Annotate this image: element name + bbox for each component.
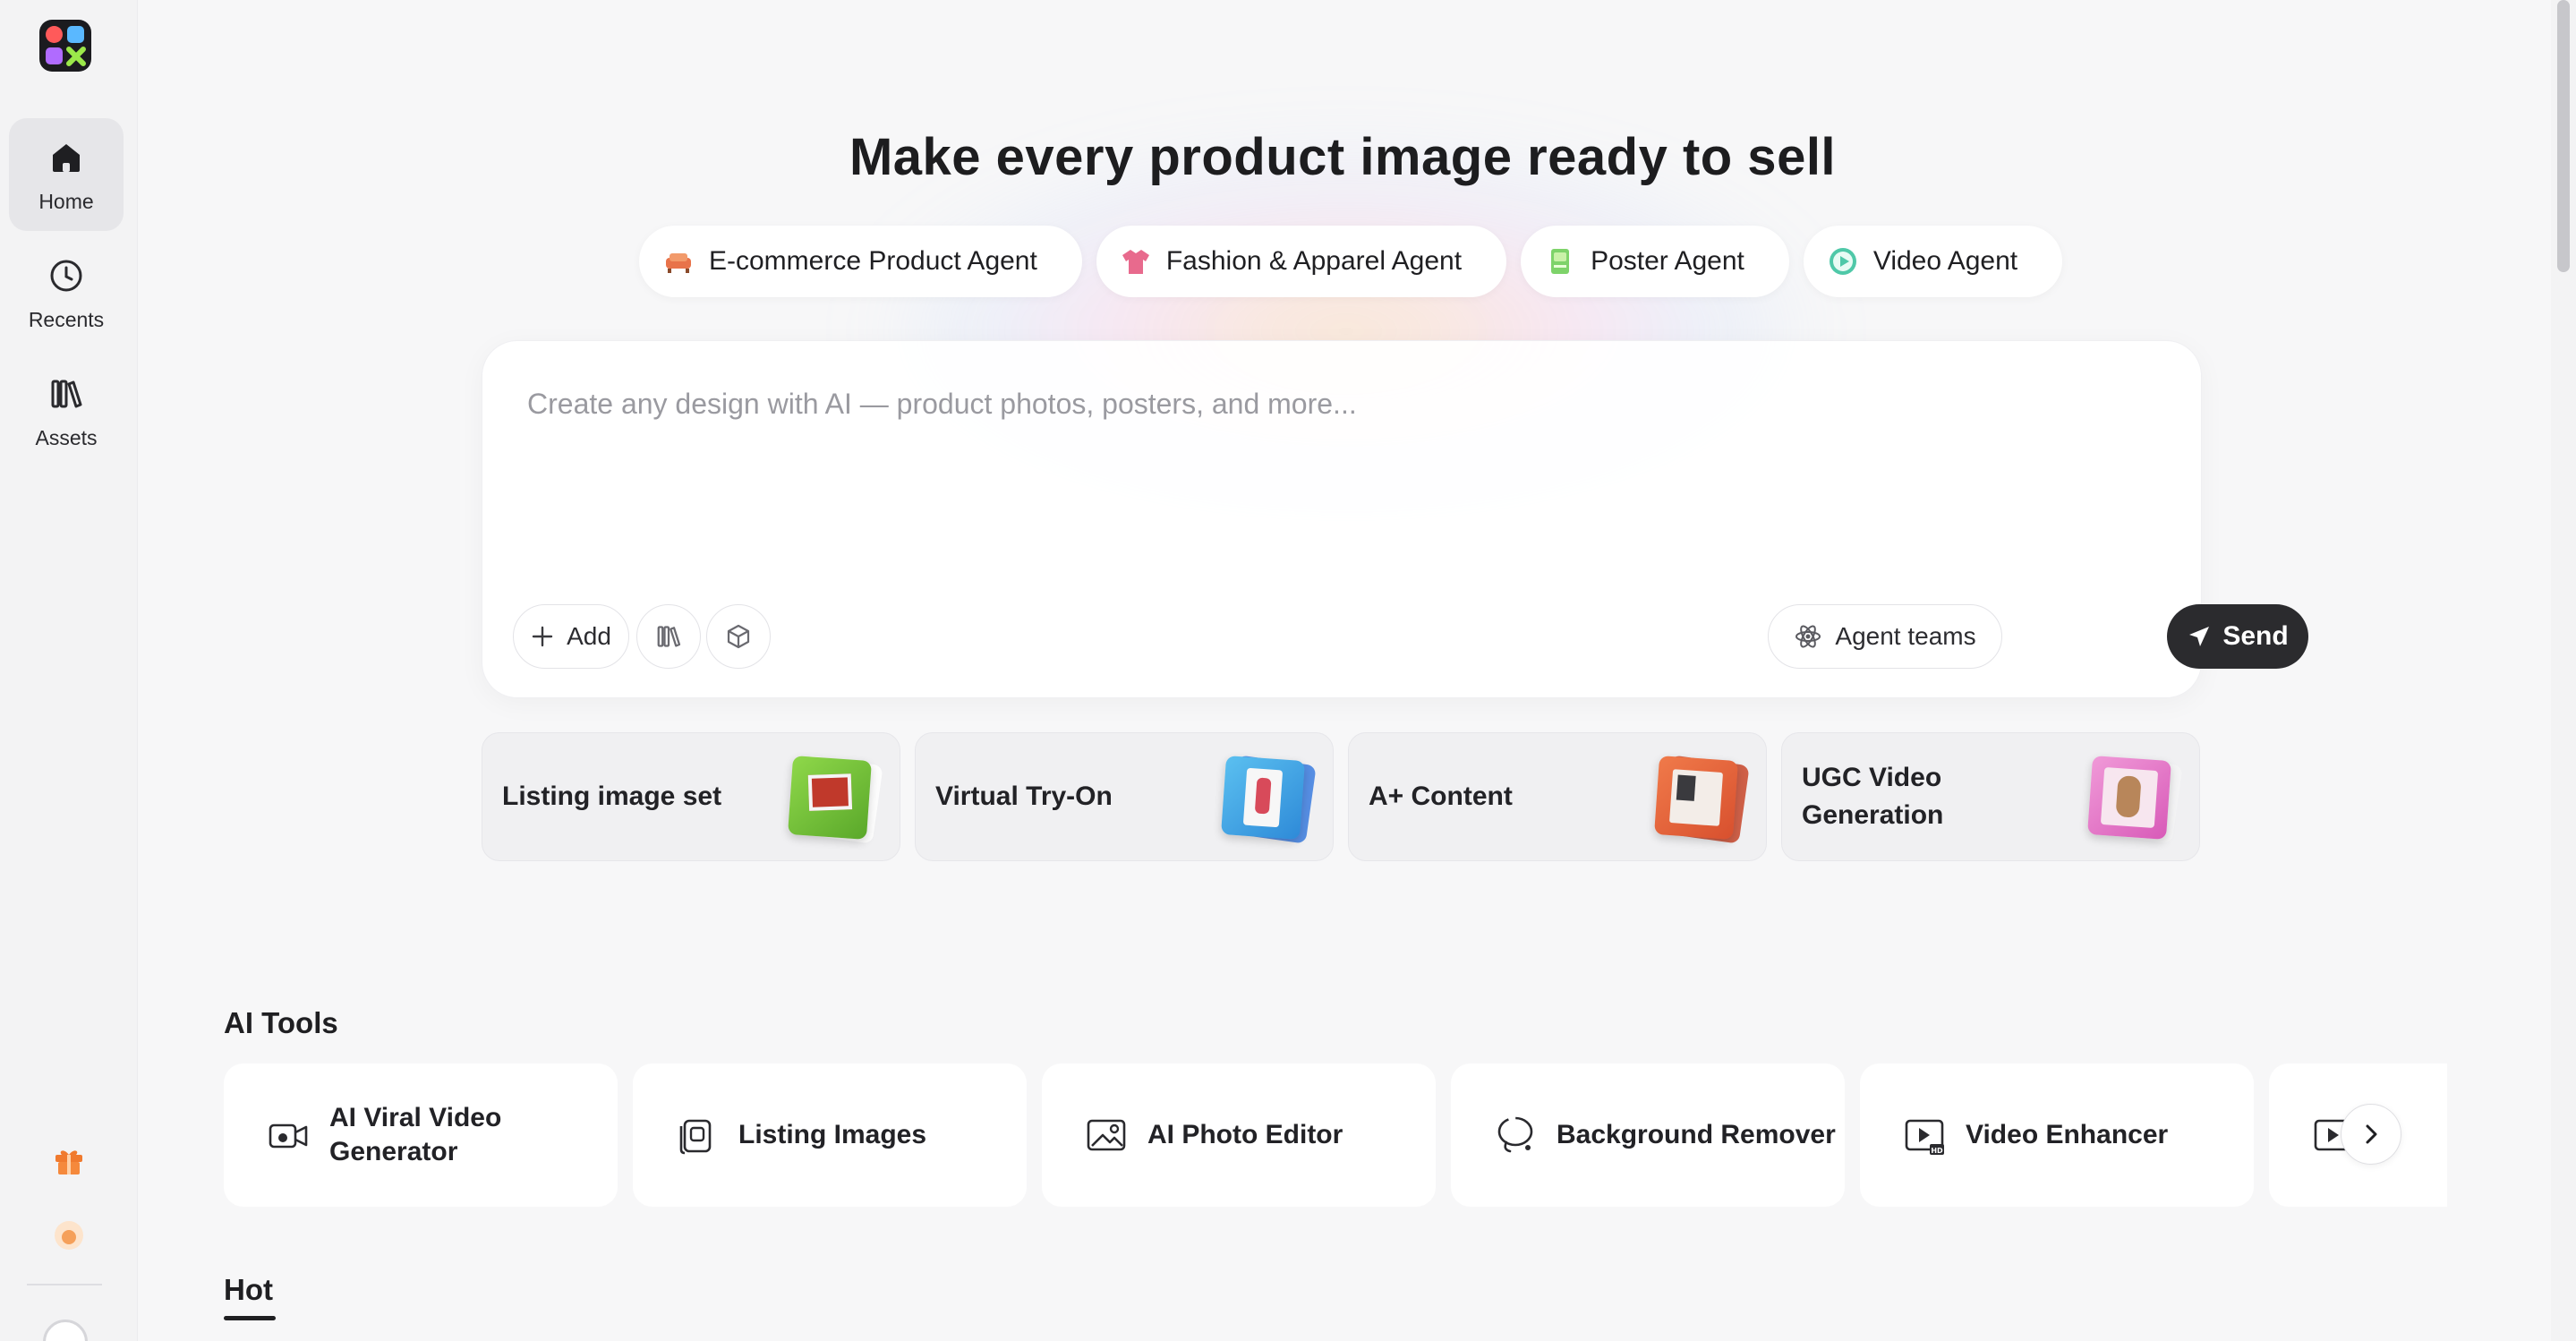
- atom-icon: [1796, 625, 1821, 648]
- agent-chip-label: E-commerce Product Agent: [709, 246, 1037, 276]
- model-button[interactable]: [706, 604, 771, 669]
- ai-tools-title: AI Tools: [224, 1006, 338, 1039]
- poster-icon: [1551, 249, 1570, 274]
- quick-card-title: A+ Content: [1369, 782, 1513, 811]
- gift-button[interactable]: [0, 1142, 138, 1183]
- send-button[interactable]: Send: [2167, 604, 2308, 669]
- tool-label: Background Remover: [1557, 1120, 1836, 1149]
- tool-ai-viral-video-generator[interactable]: AI Viral Video Generator: [224, 1063, 618, 1207]
- agent-teams-button[interactable]: Agent teams: [1768, 604, 2002, 669]
- play-icon: [1829, 248, 1856, 275]
- quick-cards: Listing image set Virtual Try-On A+ Cont…: [482, 732, 2200, 861]
- quick-card-title: UGC Video Generation: [1802, 763, 1944, 830]
- sidebar-divider: [27, 1284, 102, 1285]
- tool-video-enhancer[interactable]: HD Video Enhancer: [1860, 1063, 2254, 1207]
- send-icon: [2189, 627, 2210, 646]
- avatar[interactable]: [43, 1320, 88, 1341]
- video-camera-icon: [269, 1123, 308, 1149]
- agent-chip-label: Video Agent: [1872, 246, 2018, 276]
- agent-chip-video[interactable]: Video Agent: [1803, 226, 2063, 297]
- lasso-icon: [1497, 1116, 1533, 1153]
- quick-card-listing-image-set[interactable]: Listing image set: [482, 732, 900, 861]
- page-title: Make every product image ready to sell: [849, 128, 1837, 186]
- svg-text:HD: HD: [1931, 1147, 1943, 1155]
- quick-card-thumbnail: [2087, 756, 2171, 840]
- chevron-right-icon: [2366, 1124, 2377, 1144]
- quick-card-title: Virtual Try-On: [935, 782, 1113, 811]
- agent-chip-label: Poster Agent: [1591, 246, 1744, 276]
- tool-background-remover[interactable]: Background Remover: [1451, 1063, 1845, 1207]
- hd-video-icon: HD: [1905, 1119, 1944, 1155]
- library-icon: [657, 626, 681, 647]
- ai-tools-row: AI Viral Video Generator Listing Images …: [224, 1063, 2447, 1209]
- quick-card-a-plus-content[interactable]: A+ Content: [1348, 732, 1767, 861]
- sofa-icon: [666, 253, 691, 273]
- sidebar-item-label: Assets: [35, 426, 98, 449]
- tab-hot[interactable]: Hot: [224, 1273, 273, 1307]
- tab-hot-underline: [224, 1316, 276, 1320]
- photo-icon: [1087, 1119, 1126, 1151]
- shirt-icon: [1122, 250, 1149, 274]
- tool-label: Listing Images: [738, 1120, 927, 1149]
- tool-label: AI Photo Editor: [1147, 1120, 1343, 1149]
- sidebar-item-home[interactable]: Home: [9, 118, 124, 231]
- add-button[interactable]: Add: [513, 604, 629, 669]
- tool-listing-images[interactable]: Listing Images: [633, 1063, 1027, 1207]
- agent-chip-label: Fashion & Apparel Agent: [1165, 246, 1463, 276]
- sidebar-item-label: Recents: [28, 308, 105, 331]
- quick-card-thumbnail: [1221, 756, 1305, 840]
- quick-card-thumbnail: [788, 756, 872, 840]
- prompt-box[interactable]: Create any design with AI — product phot…: [482, 340, 2308, 698]
- agent-chip-poster[interactable]: Poster Agent: [1521, 226, 1789, 297]
- agent-chips: E-commerce Product Agent Fashion & Appar…: [639, 226, 2063, 297]
- sidebar: Home Recents Assets: [0, 0, 138, 1341]
- credits-button[interactable]: [0, 1217, 138, 1258]
- listing-icon: [679, 1119, 712, 1155]
- scrollbar-thumb[interactable]: [2557, 0, 2570, 272]
- quick-card-virtual-try-on[interactable]: Virtual Try-On: [915, 732, 1334, 861]
- sidebar-item-label: Home: [38, 190, 94, 213]
- sidebar-item-assets[interactable]: Assets: [9, 354, 124, 467]
- agent-teams-label: Agent teams: [1835, 622, 1976, 650]
- plus-icon: [532, 626, 553, 647]
- main-content: Make every product image ready to sell E…: [138, 0, 2555, 1341]
- quick-card-thumbnail: [1654, 756, 1738, 840]
- quick-card-ugc-video-generation[interactable]: UGC Video Generation: [1781, 732, 2200, 861]
- agent-chip-fashion[interactable]: Fashion & Apparel Agent: [1096, 226, 1507, 297]
- clock-icon: [50, 260, 82, 292]
- tools-next-button[interactable]: [2341, 1104, 2401, 1165]
- sidebar-item-recents[interactable]: Recents: [9, 236, 124, 349]
- send-label: Send: [2222, 621, 2289, 651]
- add-button-label: Add: [567, 622, 611, 650]
- tool-ai-photo-editor[interactable]: AI Photo Editor: [1042, 1063, 1436, 1207]
- library-icon: [51, 380, 82, 408]
- gift-icon: [55, 1150, 82, 1174]
- page-scrollbar[interactable]: [2551, 0, 2576, 1341]
- prompt-input[interactable]: Create any design with AI — product phot…: [527, 388, 1357, 421]
- tool-label: Video Enhancer: [1966, 1120, 2169, 1149]
- quick-card-title: Listing image set: [502, 782, 722, 811]
- home-icon: [53, 144, 80, 172]
- agent-chip-ecommerce[interactable]: E-commerce Product Agent: [639, 226, 1082, 297]
- cube-icon: [727, 624, 750, 649]
- library-button[interactable]: [636, 604, 701, 669]
- app-logo[interactable]: [39, 20, 91, 72]
- tool-label: AI Viral Video Generator: [329, 1103, 502, 1166]
- credits-icon: [55, 1221, 83, 1250]
